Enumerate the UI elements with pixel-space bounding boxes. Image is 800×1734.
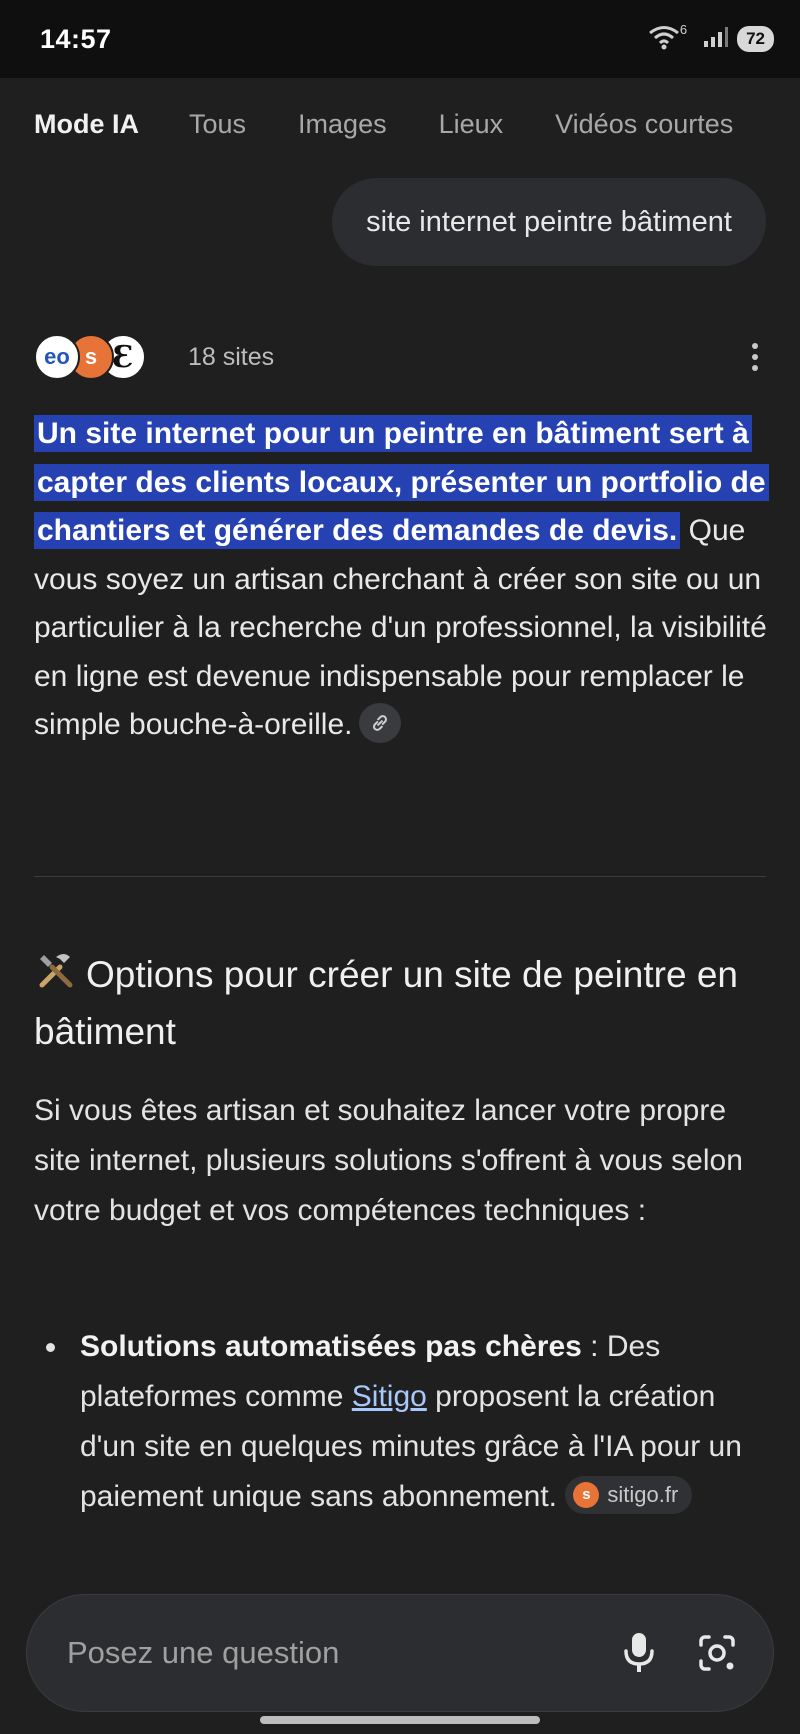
source-chip-sitigo[interactable]: s sitigo.fr — [565, 1476, 693, 1515]
tools-icon — [34, 949, 86, 993]
answer-highlight: Un site internet pour un peintre en bâti… — [34, 415, 769, 549]
sources-count[interactable]: 18 sites — [188, 343, 274, 372]
more-options-icon[interactable] — [752, 343, 758, 371]
section-title: Options pour créer un site de peintre en… — [34, 946, 754, 1060]
tab-mode-ia[interactable]: Mode IA — [34, 109, 139, 140]
sources-row[interactable]: eo s Ɛ 18 sites — [34, 332, 766, 382]
status-bar: 14:57 6 72 — [0, 0, 800, 78]
wifi-icon — [648, 24, 680, 55]
tab-lieux[interactable]: Lieux — [439, 109, 504, 140]
sitigo-link[interactable]: Sitigo — [352, 1380, 427, 1413]
section-divider — [34, 876, 766, 877]
tab-videos-courtes[interactable]: Vidéos courtes — [555, 109, 733, 140]
tab-images[interactable]: Images — [298, 109, 387, 140]
section-title-text: Options pour créer un site de peintre en… — [34, 954, 738, 1052]
ask-bar[interactable] — [26, 1594, 774, 1712]
lens-camera-icon[interactable] — [687, 1623, 747, 1683]
signal-icon — [703, 26, 729, 53]
ask-input[interactable] — [67, 1635, 591, 1671]
search-tabs: Mode IA Tous Images Lieux Vidéos courtes — [0, 92, 800, 156]
status-icons: 6 72 — [648, 21, 774, 55]
link-icon[interactable] — [358, 703, 401, 744]
source-chip-label: sitigo.fr — [607, 1482, 679, 1508]
user-query-bubble: site internet peintre bâtiment — [332, 178, 766, 266]
section-intro: Si vous êtes artisan et souhaitez lancer… — [34, 1094, 743, 1227]
list-item: Solutions automatisées pas chères : Des … — [34, 1322, 774, 1522]
bullet-title: Solutions automatisées pas chères — [80, 1330, 582, 1363]
status-time: 14:57 — [40, 23, 112, 54]
bullet-dot — [46, 1343, 55, 1352]
ai-answer-paragraph: Un site internet pour un peintre en bâti… — [34, 410, 774, 750]
home-indicator[interactable] — [260, 1716, 540, 1724]
microphone-icon[interactable] — [609, 1623, 669, 1683]
source-favicons[interactable]: eo s Ɛ — [34, 334, 146, 380]
network-badge: 6 — [679, 21, 688, 37]
sitigo-favicon: s — [573, 1482, 600, 1509]
tab-tous[interactable]: Tous — [189, 109, 246, 140]
source-favicon-eo: eo — [34, 334, 80, 380]
battery-indicator: 72 — [737, 26, 774, 52]
